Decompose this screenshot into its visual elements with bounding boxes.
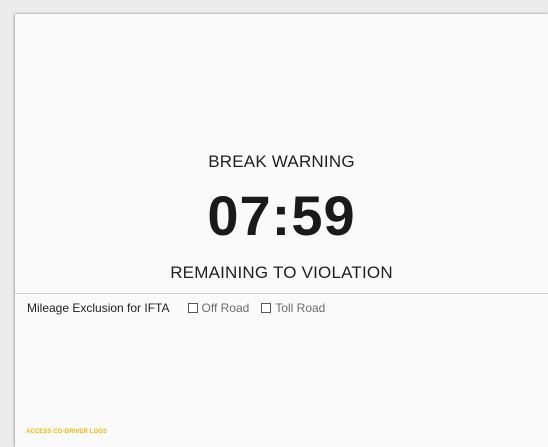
off-road-label: Off Road bbox=[201, 301, 250, 315]
countdown-timer: 07:59 bbox=[207, 184, 356, 247]
off-road-checkbox[interactable]: Off Road bbox=[187, 301, 250, 315]
toll-road-checkbox[interactable]: Toll Road bbox=[261, 301, 325, 315]
access-co-driver-logs-link[interactable]: ACCESS CO-DRIVER LOGS bbox=[26, 429, 107, 435]
checkbox-icon[interactable] bbox=[187, 303, 198, 313]
mileage-exclusion-row: Mileage Exclusion for IFTA Off Road Toll… bbox=[27, 300, 337, 316]
toll-road-label: Toll Road bbox=[275, 301, 326, 315]
divider bbox=[15, 293, 548, 294]
break-warning-card: BREAK WARNING 07:59 REMAINING TO VIOLATI… bbox=[15, 14, 548, 447]
warning-subtitle: REMAINING TO VIOLATION bbox=[170, 263, 393, 282]
checkbox-icon[interactable] bbox=[261, 303, 272, 313]
warning-title: BREAK WARNING bbox=[208, 152, 355, 171]
mileage-exclusion-label: Mileage Exclusion for IFTA bbox=[27, 301, 170, 315]
screen: BREAK WARNING 07:59 REMAINING TO VIOLATI… bbox=[0, 0, 548, 447]
